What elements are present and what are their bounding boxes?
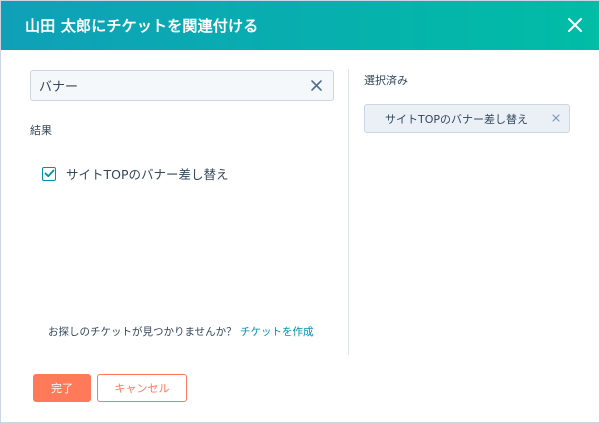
checkbox-checked[interactable]	[42, 166, 56, 181]
create-ticket-link[interactable]: チケットを作成	[240, 326, 314, 338]
search-input[interactable]	[31, 71, 301, 100]
done-button[interactable]: 完了	[33, 374, 91, 402]
dialog-footer: 完了 キャンセル	[1, 355, 599, 422]
selected-label: 選択済み	[364, 74, 408, 87]
search-panel: 結果 サイトTOPのバナー差し替え お探しのチケットが見つかりませんか？ チケッ…	[1, 50, 349, 355]
results-label: 結果	[30, 124, 52, 137]
search-box	[30, 70, 334, 101]
associate-ticket-dialog: 山田 太郎にチケットを関連付ける 結果 サイトTOPのバナー差し替え お探しのチ…	[0, 0, 600, 423]
dialog-title: 山田 太郎にチケットを関連付ける	[25, 17, 259, 35]
cancel-button[interactable]: キャンセル	[97, 374, 187, 402]
dialog-header: 山田 太郎にチケットを関連付ける	[1, 1, 599, 50]
not-found-text: お探しのチケットが見つかりませんか？	[48, 326, 237, 338]
selected-chip: サイトTOPのバナー差し替え	[364, 104, 570, 133]
check-icon	[44, 169, 54, 178]
close-icon[interactable]	[565, 15, 585, 35]
result-item[interactable]: サイトTOPのバナー差し替え	[42, 164, 229, 183]
clear-icon[interactable]	[309, 78, 324, 93]
not-found-message: お探しのチケットが見つかりませんか？ チケットを作成	[48, 324, 314, 339]
remove-chip-icon[interactable]	[551, 113, 561, 123]
selected-chip-label: サイトTOPのバナー差し替え	[385, 112, 529, 126]
selected-panel: 選択済み サイトTOPのバナー差し替え	[349, 50, 599, 355]
result-item-label: サイトTOPのバナー差し替え	[66, 167, 229, 182]
